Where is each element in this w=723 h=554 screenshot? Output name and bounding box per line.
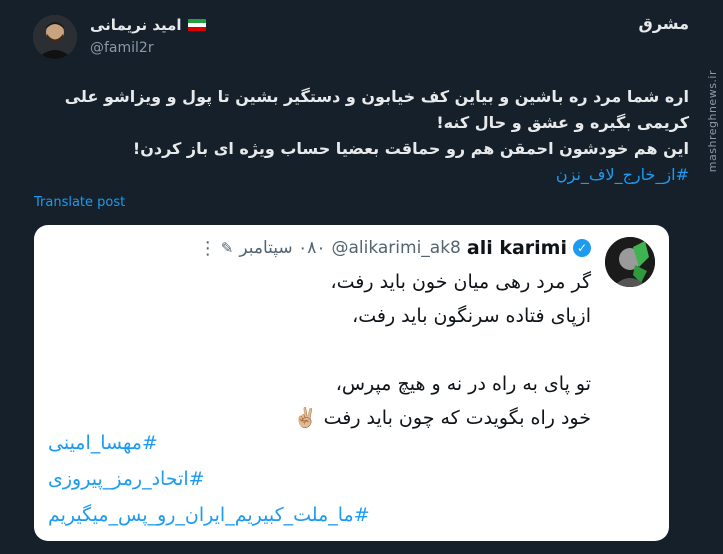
translate-post-link[interactable]: Translate post [34,195,125,210]
verified-badge-icon: ✓ [573,239,591,257]
quoted-author-avatar[interactable] [605,237,655,287]
quoted-hashtag[interactable]: #ما_ملت_کبیریم_ایران_رو_پس_میگیریم [48,497,608,533]
site-watermark: mashreghnews.ir [706,70,719,173]
poem-line: گر مرد رهی میان خون باید رفت، [330,271,591,293]
tweet-text: اره شما مرد ره باشین و بیاین کف خیابون و… [39,84,689,188]
quoted-hashtags: #مهسا_امینی #اتحاد_رمز_پیروزی #ما_ملت_کب… [48,425,608,533]
author-handle[interactable]: @famil2r [90,40,154,56]
quoted-tweet-card[interactable]: ⋮ ✎ ۰۸۰ سپتامبر @alikarimi_ak8 ali karim… [34,225,669,541]
tweet-hashtag[interactable]: #از_خارج_لاف_نزن [39,162,689,188]
iran-flag-icon [187,19,206,31]
quoted-hashtag[interactable]: #مهسا_امینی [48,425,608,461]
quoted-tweet-date[interactable]: ۰۸۰ سپتامبر [239,238,325,258]
author-name-row: امید نریمانی [90,16,206,34]
quoted-author-name[interactable]: ali karimi [467,237,567,259]
quoted-author-handle[interactable]: @alikarimi_ak8 [331,238,460,258]
author-display-name[interactable]: امید نریمانی [90,16,182,34]
poem-line: تو پای به راه در نه و هیچ مپرس، [335,373,591,395]
poem-line-blank [71,333,591,367]
tweet-line: اره شما مرد ره باشین و بیاین کف خیابون و… [64,87,689,106]
author-avatar[interactable] [33,15,77,59]
quoted-tweet-header: ⋮ ✎ ۰۸۰ سپتامبر @alikarimi_ak8 ali karim… [189,237,591,259]
more-options-icon[interactable]: ⋮ [199,238,217,259]
mashregh-logo: مشرق [638,14,689,33]
quoted-tweet-text: گر مرد رهی میان خون باید رفت، ازپای فتاد… [71,265,591,435]
edited-pencil-icon: ✎ [220,239,234,257]
tweet-line: این هم خودشون احمقن هم رو حماقت بعضیا حس… [132,139,689,158]
quoted-hashtag[interactable]: #اتحاد_رمز_پیروزی [48,461,608,497]
poem-line: ازپای فتاده سرنگون باید رفت، [352,305,591,327]
tweet-line: کریمی بگیره و عشق و حال کنه! [436,113,689,132]
